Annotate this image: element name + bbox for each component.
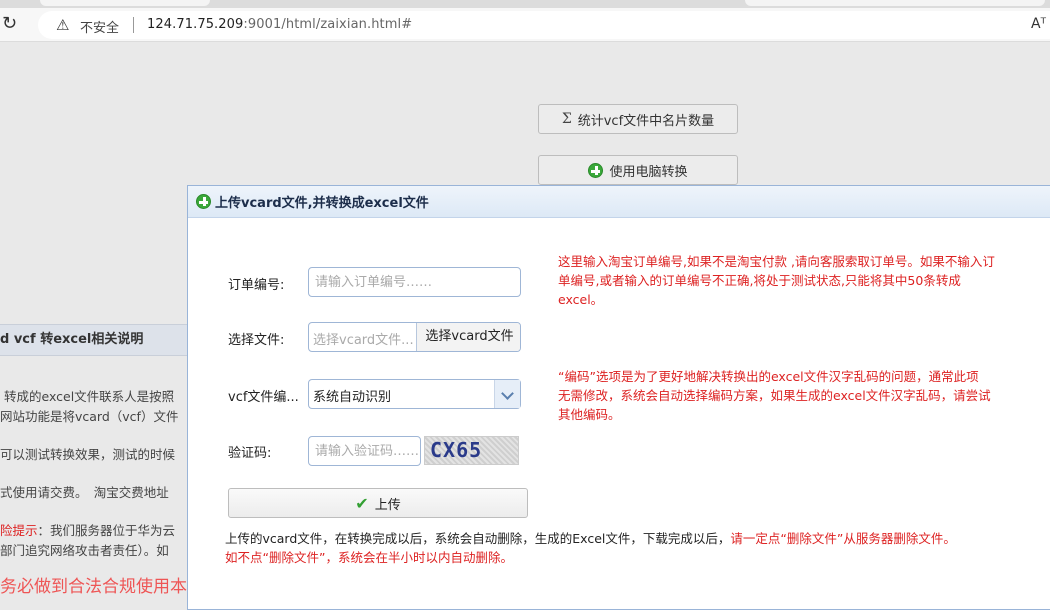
divider <box>133 17 134 33</box>
file-name-display[interactable]: 选择vcard文件... <box>313 329 415 348</box>
captcha-image[interactable]: CX65 <box>424 436 519 465</box>
file-picker[interactable]: 选择vcard文件... 选择vcard文件 <box>308 322 521 352</box>
url-path: :9001/html/zaixian.html# <box>243 17 413 32</box>
order-note-line: 单编号,或者输入的订单编号不正确,将处于测试状态,只能将其中50条转成 <box>558 273 961 288</box>
address-bar: ↻ ⚠ 不安全 124.71.75.209:9001/html/zaixian.… <box>0 8 1050 42</box>
footer-note-red: 如不点“删除文件”，系统会在半小时以内自动删除。 <box>225 550 513 565</box>
dialog-titlebar[interactable]: 上传vcard文件,并转换成excel文件 <box>188 186 1050 218</box>
instructions-panel: d vcf 转excel相关说明 转成的excel文件联系人是按照 网站功能是将… <box>0 324 192 610</box>
instructions-line: 式使用请交费。 淘宝交费地址 <box>0 485 169 500</box>
risk-line: 险提示：我们服务器位于华为云 <box>0 520 175 539</box>
risk-prefix: 险提示 <box>0 523 38 538</box>
captcha-input[interactable] <box>308 436 421 466</box>
compliance-line: 务必做到合法合规使用本 <box>0 577 187 597</box>
captcha-label: 验证码: <box>228 446 272 461</box>
instructions-line: 可以测试转换效果，测试的时候 <box>0 447 176 462</box>
security-label[interactable]: 不安全 <box>80 17 119 36</box>
browser-tab[interactable] <box>40 0 210 6</box>
read-aloud-icon[interactable]: Aᵀ <box>1031 16 1046 32</box>
order-input[interactable] <box>308 267 521 297</box>
encoding-note-line: “编码”选项是为了更好地解决转换出的excel文件汉字乱码的问题，通常此项 <box>558 369 979 384</box>
count-cards-button[interactable]: Σ 统计vcf文件中名片数量 <box>538 104 738 134</box>
upload-dialog: 上传vcard文件,并转换成excel文件 订单编号: 选择文件: 选择vcar… <box>187 185 1050 610</box>
url-field[interactable]: ⚠ 不安全 124.71.75.209:9001/html/zaixian.ht… <box>38 11 1050 39</box>
encoding-note-line: 无需修改，系统会自动选择编码方案，如果生成的excel文件汉字乱码，请尝试 <box>558 388 991 403</box>
sigma-icon: Σ <box>561 111 572 127</box>
instructions-line: 部门追究网络攻击者责任）。如 <box>0 543 169 558</box>
plus-icon <box>196 194 211 209</box>
order-note-line: 这里输入淘宝订单编号,如果不是淘宝付款 ,请向客服索取订单号。如果不输入订 <box>558 254 995 269</box>
footer-note-line2: 如不点“删除文件”，系统会在半小时以内自动删除。 <box>225 548 513 567</box>
instructions-title: d vcf 转excel相关说明 <box>0 324 192 356</box>
reload-icon[interactable]: ↻ <box>2 14 22 34</box>
choose-file-button[interactable]: 选择vcard文件 <box>416 323 520 351</box>
url-text[interactable]: 124.71.75.209:9001/html/zaixian.html# <box>147 17 412 32</box>
order-note-line: excel。 <box>558 292 604 307</box>
encoding-select[interactable]: 系统自动识别 <box>308 379 521 409</box>
dialog-title: 上传vcard文件,并转换成excel文件 <box>215 196 429 211</box>
risk-rest: ：我们服务器位于华为云 <box>37 523 176 538</box>
order-label: 订单编号: <box>228 278 285 293</box>
encoding-note-line: 其他编码。 <box>558 407 621 422</box>
encoding-note: “编码”选项是为了更好地解决转换出的excel文件汉字乱码的问题，通常此项 无需… <box>558 367 1050 424</box>
count-cards-label: 统计vcf文件中名片数量 <box>577 113 715 129</box>
browser-tab[interactable] <box>745 0 1045 6</box>
browser-tab-strip <box>0 0 1050 8</box>
chevron-down-icon[interactable] <box>494 380 520 408</box>
instructions-line: 转成的excel文件联系人是按照 <box>4 389 175 404</box>
file-label: 选择文件: <box>228 333 285 348</box>
pc-convert-button[interactable]: 使用电脑转换 <box>538 155 738 185</box>
url-host: 124.71.75.209 <box>147 17 244 32</box>
plus-icon <box>588 162 604 178</box>
check-icon: ✔ <box>355 493 369 513</box>
footer-note-dark: 上传的vcard文件，在转换完成以后，系统会自动删除，生成的Excel文件，下载… <box>225 531 731 546</box>
encoding-label: vcf文件编... <box>228 390 299 405</box>
upload-label: 上传 <box>374 497 401 513</box>
footer-note-red: 请一定点“删除文件”从服务器删除文件。 <box>730 531 956 546</box>
upload-button[interactable]: ✔ 上传 <box>228 488 528 518</box>
encoding-value: 系统自动识别 <box>313 390 392 405</box>
pc-convert-label: 使用电脑转换 <box>609 164 688 180</box>
footer-note-line1: 上传的vcard文件，在转换完成以后，系统会自动删除，生成的Excel文件，下载… <box>225 529 956 548</box>
instructions-line: 网站功能是将vcard（vcf）文件 <box>0 409 179 424</box>
order-note: 这里输入淘宝订单编号,如果不是淘宝付款 ,请向客服索取订单号。如果不输入订 单编… <box>558 252 1050 309</box>
warning-icon[interactable]: ⚠ <box>56 16 69 34</box>
